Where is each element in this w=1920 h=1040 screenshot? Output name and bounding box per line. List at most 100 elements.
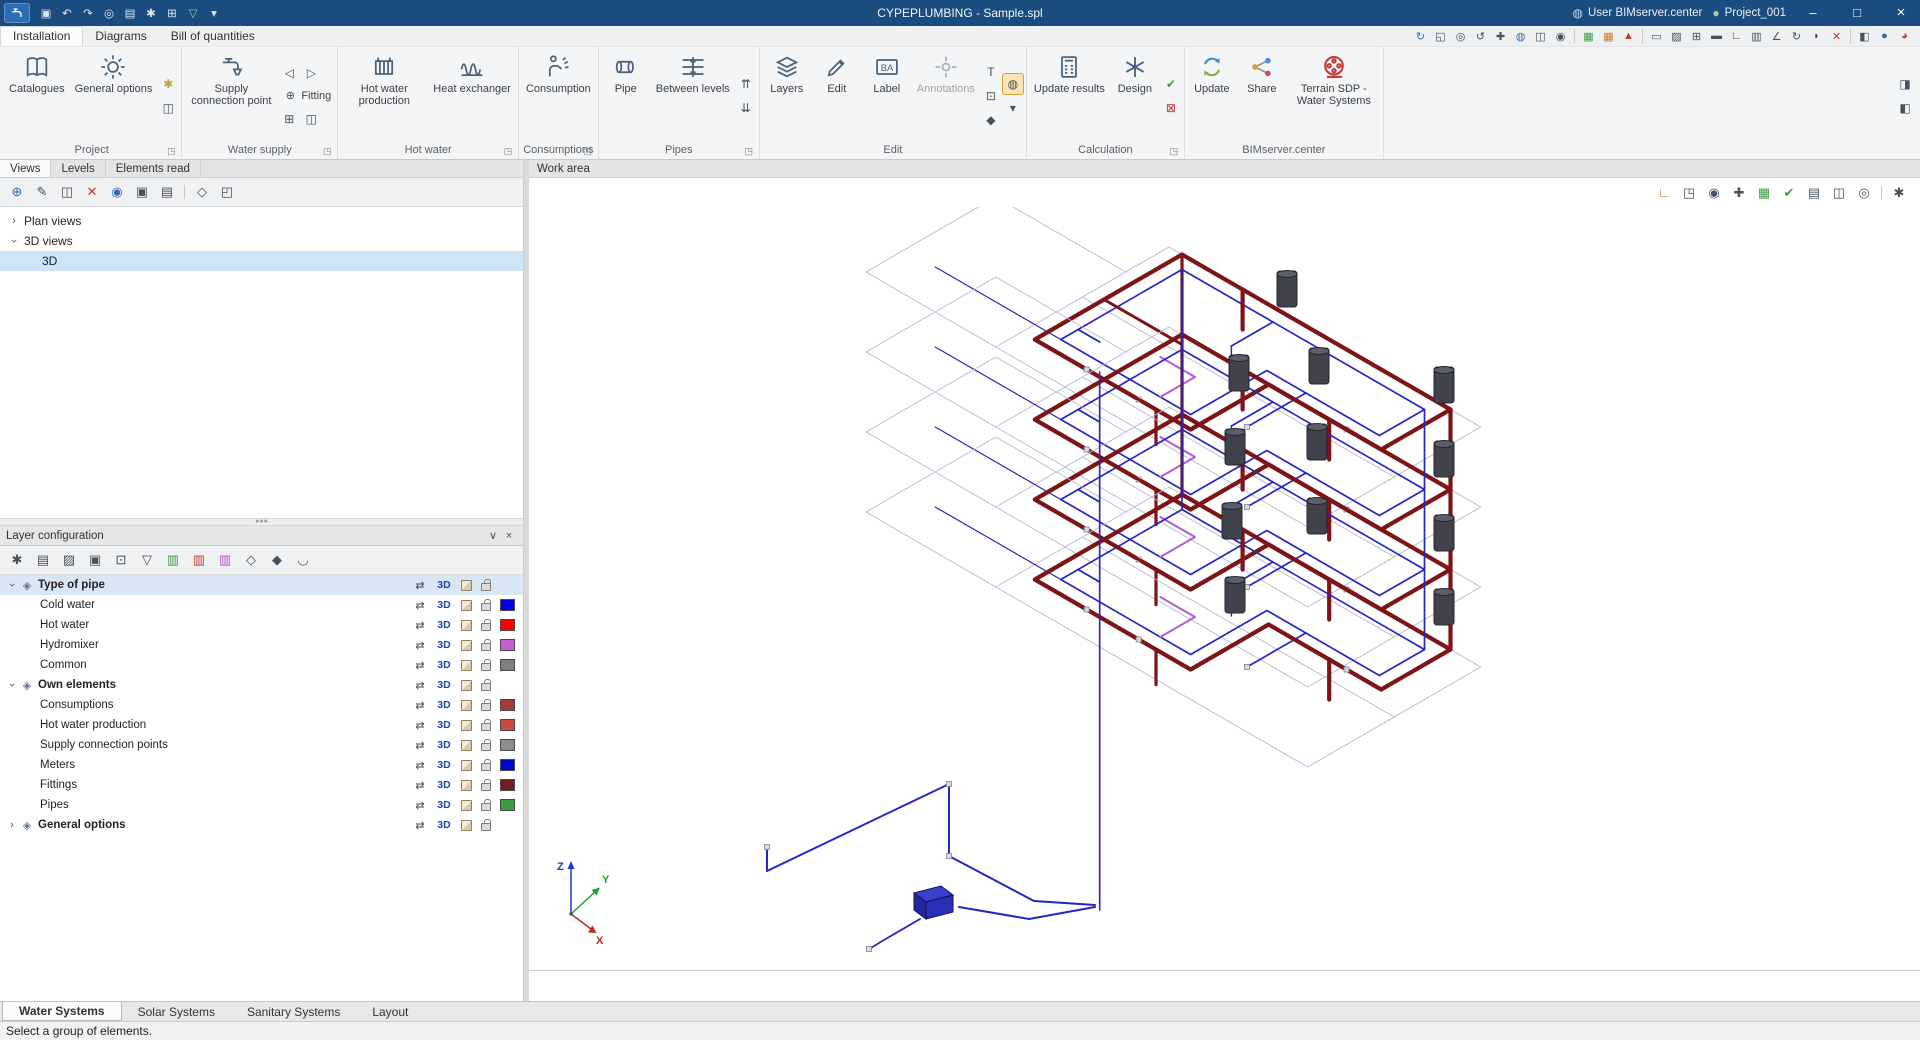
minimize-button[interactable]: – [1796, 1, 1830, 25]
panel-tab-elements-read[interactable]: Elements read [106, 160, 201, 177]
layer-row-hot-water-production[interactable]: Hot water production⇄3D [0, 715, 523, 735]
color-swatch[interactable] [500, 619, 515, 631]
zoom-extents-icon[interactable]: ◎ [1451, 27, 1470, 45]
library-box-icon[interactable]: ◫ [158, 98, 178, 118]
display-options-icon[interactable]: ✱ [1888, 182, 1910, 204]
pipe-display-icon[interactable]: ◡ [292, 549, 314, 571]
calculation-dialog-launcher-icon[interactable]: ◳ [1168, 145, 1180, 157]
color-swatch[interactable] [500, 799, 515, 811]
ribbon-tab-bill-of-quantities[interactable]: Bill of quantities [159, 27, 267, 46]
transfer-arrows-icon[interactable]: ⇄ [413, 739, 427, 752]
tag-layers-icon[interactable]: ▽ [136, 549, 158, 571]
layer-row-type-of-pipe[interactable]: ›◈Type of pipe⇄3D [0, 575, 523, 595]
elements-box-icon[interactable] [461, 580, 472, 591]
cube-view-icon[interactable]: ◇ [240, 549, 262, 571]
view-3d-toggle[interactable]: 3D [436, 639, 452, 651]
visibility-icon[interactable]: ◉ [1551, 27, 1570, 45]
new-view-icon[interactable]: ⊕ [6, 181, 28, 203]
online-help-icon[interactable]: ● [1875, 27, 1894, 45]
general-settings-icon[interactable]: ✱ [141, 3, 161, 23]
expand-icon[interactable]: › [6, 819, 18, 831]
calculation-error-icon[interactable]: ⊠ [1161, 98, 1181, 118]
zoom-previous-icon[interactable]: ↺ [1471, 27, 1490, 45]
lock-icon[interactable] [481, 803, 491, 811]
zoom-icon[interactable]: ◎ [99, 3, 119, 23]
view-3d-toggle[interactable]: 3D [436, 579, 452, 591]
delete-icon[interactable]: ✕ [1827, 27, 1846, 45]
design-check-icon[interactable]: ✔ [1778, 182, 1800, 204]
pipes-dialog-launcher-icon[interactable]: ◳ [743, 145, 755, 157]
ribbon-tab-installation[interactable]: Installation [0, 26, 83, 46]
layers-3d-icon[interactable]: ◫ [1828, 182, 1850, 204]
manage-captures-icon[interactable]: ▤ [156, 181, 178, 203]
view-3d-toggle[interactable]: 3D [436, 819, 452, 831]
transfer-arrows-icon[interactable]: ⇄ [413, 659, 427, 672]
view-visibility-icon[interactable]: ◉ [106, 181, 128, 203]
dwg-templates-icon[interactable]: ▦ [1599, 27, 1618, 45]
color-swatch[interactable] [500, 779, 515, 791]
close-panel-icon[interactable]: × [501, 530, 517, 542]
lock-icon[interactable] [481, 743, 491, 751]
bottom-tab-water-systems[interactable]: Water Systems [2, 1002, 122, 1021]
color-swatch[interactable] [500, 659, 515, 671]
pan-3d-icon[interactable]: ✚ [1728, 182, 1750, 204]
view-3d-toggle[interactable]: 3D [436, 719, 452, 731]
layer-row-hot-water[interactable]: Hot water⇄3D [0, 615, 523, 635]
view-3d-toggle[interactable]: 3D [436, 779, 452, 791]
between-levels-button[interactable]: Between levels [652, 49, 734, 97]
bimserver-project-button[interactable]: ●Project_001 [1712, 6, 1786, 20]
transfer-arrows-icon[interactable]: ⇄ [413, 779, 427, 792]
layer-row-fittings[interactable]: Fittings⇄3D [0, 775, 523, 795]
ribbon-tab-diagrams[interactable]: Diagrams [83, 27, 158, 46]
layer-row-own-elements[interactable]: ›◈Own elements⇄3D [0, 675, 523, 695]
consumptions-dialog-launcher-icon[interactable]: ◳ [582, 145, 594, 157]
collapse-icon[interactable]: › [6, 579, 18, 591]
capture-view-icon[interactable]: ▣ [131, 181, 153, 203]
pan-icon[interactable]: ✚ [1491, 27, 1510, 45]
view-3d-toggle[interactable]: 3D [436, 799, 452, 811]
view-3d-toggle[interactable]: 3D [436, 699, 452, 711]
comments-icon[interactable]: ◗ [1807, 27, 1826, 45]
elements-box-icon[interactable] [461, 760, 472, 771]
transfer-arrows-icon[interactable]: ⇄ [413, 619, 427, 632]
transfer-arrows-icon[interactable]: ⇄ [413, 579, 427, 592]
check-results-icon[interactable]: ✔ [1161, 74, 1181, 94]
layer-fill-icon[interactable]: ▨ [58, 549, 80, 571]
view-3d-toggle[interactable]: 3D [436, 659, 452, 671]
check-valve-icon[interactable]: ▷ [301, 63, 321, 83]
layer-list-icon[interactable]: ▤ [32, 549, 54, 571]
hot-water-production-button[interactable]: Hot water production [341, 49, 427, 109]
panel-tab-views[interactable]: Views [0, 160, 51, 177]
elements-box-icon[interactable] [461, 600, 472, 611]
layer-row-hydromixer[interactable]: Hydromixer⇄3D [0, 635, 523, 655]
print-icon[interactable]: ▤ [120, 3, 140, 23]
snap-grid-icon[interactable]: ⊞ [1687, 27, 1706, 45]
supply-connection-point-button[interactable]: Supply connection point [185, 49, 277, 109]
lock-icon[interactable] [481, 623, 491, 631]
update-results-button[interactable]: Update results [1030, 49, 1109, 97]
view-3d-toggle[interactable]: 3D [436, 679, 452, 691]
lock-icon[interactable] [481, 583, 491, 591]
maximize-button[interactable]: □ [1840, 1, 1874, 25]
edit-button[interactable]: Edit [813, 49, 861, 97]
bottom-tab-solar-systems[interactable]: Solar Systems [122, 1002, 231, 1021]
view-3d-toggle[interactable]: 3D [436, 739, 452, 751]
tree-item-3d[interactable]: 3D [0, 251, 523, 271]
color-swatch[interactable] [500, 759, 515, 771]
ruler-icon[interactable]: ∟ [1727, 27, 1746, 45]
transfer-arrows-icon[interactable]: ⇄ [413, 679, 427, 692]
text-leader-icon[interactable]: T [981, 62, 1001, 82]
bars-red-icon[interactable]: ▥ [188, 549, 210, 571]
more-edit-tools-icon[interactable]: ▾ [1003, 98, 1023, 118]
layer-row-supply-connection-points[interactable]: Supply connection points⇄3D [0, 735, 523, 755]
bars-green-icon[interactable]: ▥ [162, 549, 184, 571]
hatch-icon[interactable]: ▨ [1667, 27, 1686, 45]
results-table-icon[interactable]: ▦ [1753, 182, 1775, 204]
manifold-icon[interactable]: ⊞ [279, 109, 299, 129]
elements-box-icon[interactable] [461, 780, 472, 791]
elements-box-icon[interactable] [461, 660, 472, 671]
riser-up-icon[interactable]: ⇈ [736, 74, 756, 94]
section-view-icon[interactable]: ◰ [216, 181, 238, 203]
bim-update-button[interactable]: Update [1188, 49, 1236, 97]
capture-tool-button[interactable]: ◍ [1003, 74, 1023, 94]
